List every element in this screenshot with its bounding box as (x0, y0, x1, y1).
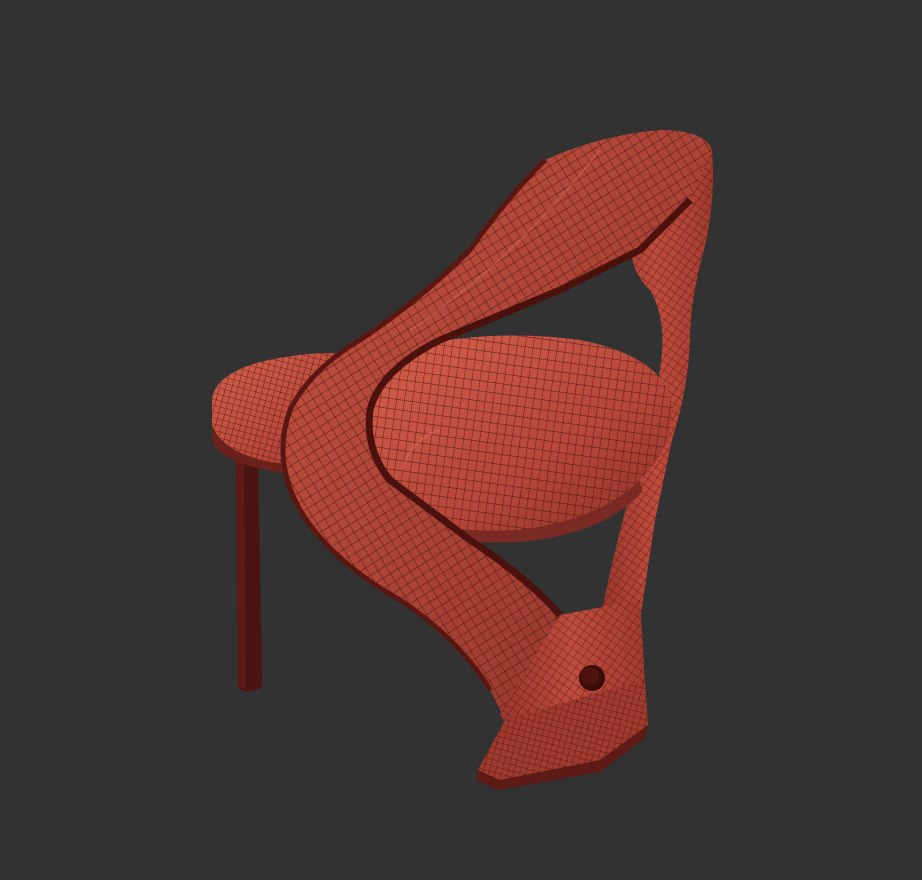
viewport-canvas (0, 0, 922, 880)
3d-viewport[interactable] (0, 0, 922, 880)
chair-leg (236, 455, 262, 692)
